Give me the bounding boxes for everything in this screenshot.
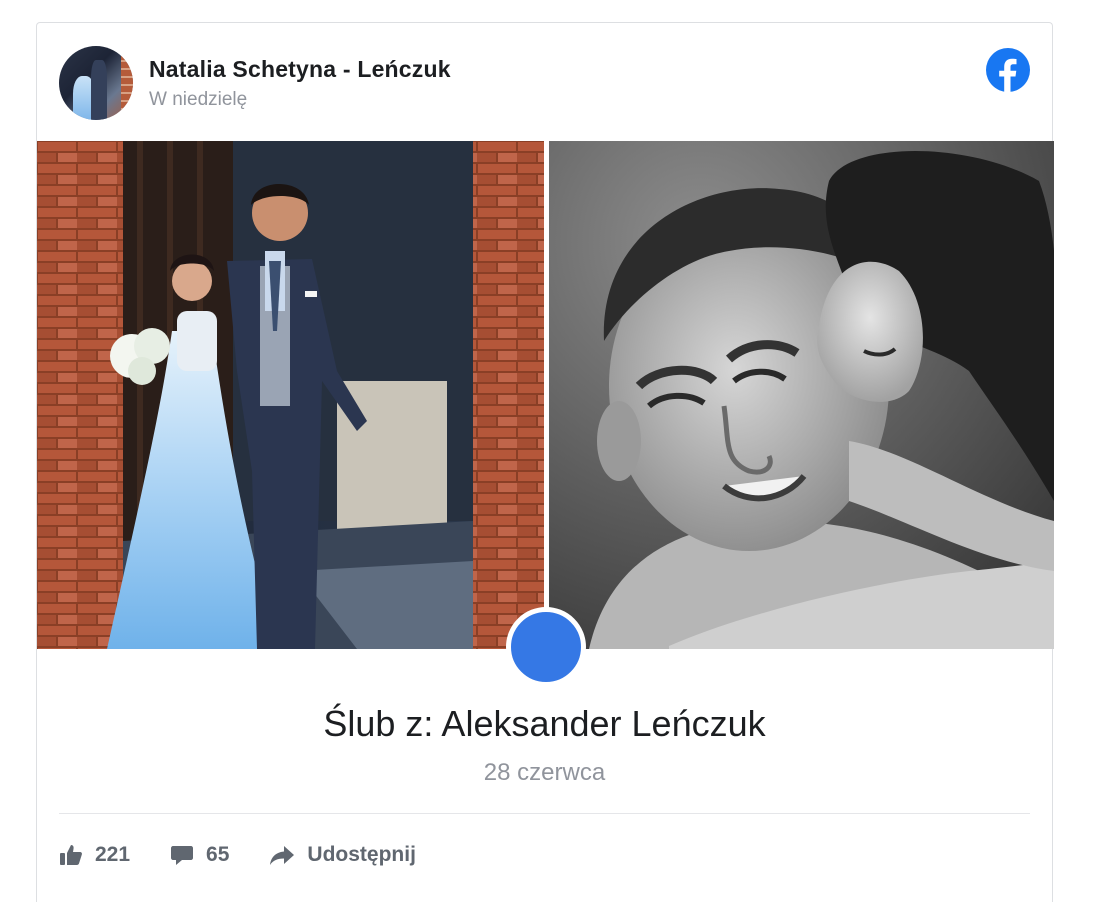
life-event-title[interactable]: Ślub z: Aleksander Leńczuk bbox=[37, 703, 1052, 745]
avatar-brick-wall bbox=[121, 46, 133, 120]
couple-portrait-illustration bbox=[549, 141, 1054, 649]
divider bbox=[59, 813, 1030, 814]
author-name[interactable]: Natalia Schetyna - Leńczuk bbox=[149, 56, 451, 83]
comment-icon bbox=[171, 846, 194, 865]
wedding-photo-illustration bbox=[37, 141, 544, 649]
avatar-figure-groom bbox=[91, 60, 107, 120]
facebook-post-card: Natalia Schetyna - Leńczuk W niedzielę Ś… bbox=[36, 22, 1054, 902]
couple-portrait-photo[interactable] bbox=[549, 141, 1054, 649]
thumbs-up-icon bbox=[60, 845, 82, 865]
post-header: Natalia Schetyna - Leńczuk W niedzielę bbox=[37, 23, 1052, 141]
share-button[interactable]: Udostępnij bbox=[269, 843, 416, 867]
comment-count: 65 bbox=[206, 843, 230, 866]
post-actions: 221 65 Udostępnij bbox=[59, 835, 456, 875]
author-avatar[interactable] bbox=[59, 46, 133, 120]
post-photos bbox=[37, 141, 1054, 649]
like-button[interactable]: 221 bbox=[59, 843, 130, 867]
share-label: Udostępnij bbox=[307, 843, 416, 866]
life-event-icon bbox=[506, 607, 586, 687]
wedding-photo[interactable] bbox=[37, 141, 544, 649]
facebook-logo-icon[interactable] bbox=[986, 48, 1030, 92]
share-arrow-icon bbox=[270, 846, 295, 865]
life-event-date: 28 czerwca bbox=[483, 759, 606, 786]
like-count: 221 bbox=[95, 843, 131, 866]
comment-button[interactable]: 65 bbox=[170, 843, 229, 867]
post-timestamp[interactable]: W niedzielę bbox=[149, 89, 247, 111]
